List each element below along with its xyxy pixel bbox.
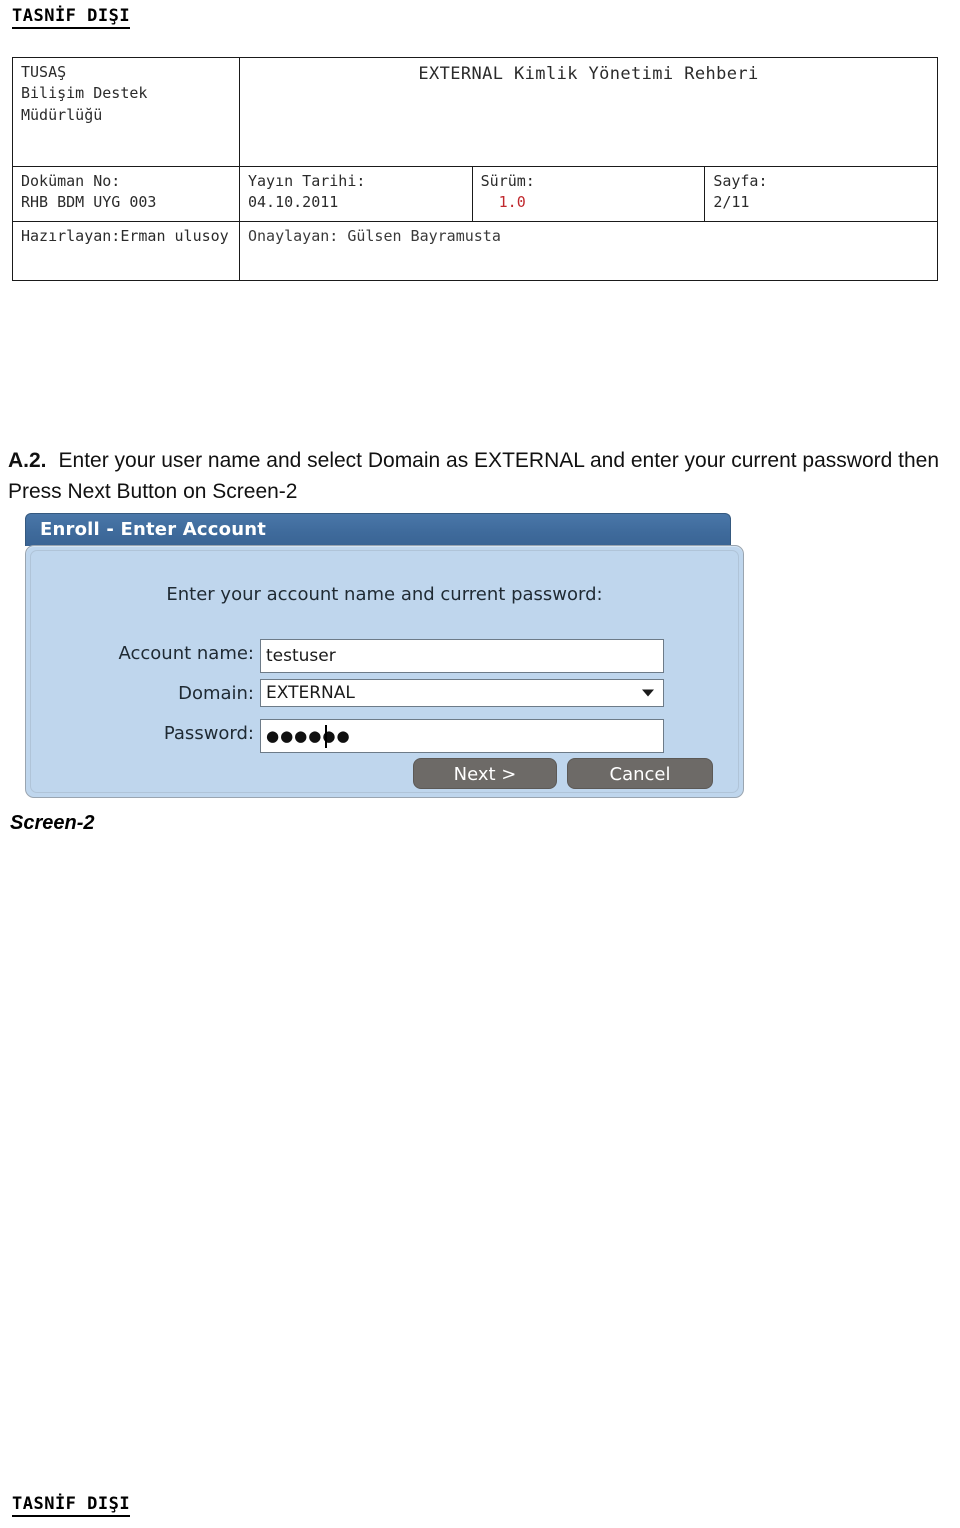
document-header-table: TUSAŞ Bilişim Destek Müdürlüğü EXTERNAL … bbox=[12, 57, 938, 281]
version-value: 1.0 bbox=[498, 193, 526, 212]
table-row: Doküman No: RHB BDM UYG 003 Yayın Tarihi… bbox=[12, 166, 938, 222]
domain-select[interactable]: EXTERNAL bbox=[260, 679, 664, 707]
dialog-title: Enroll - Enter Account bbox=[40, 519, 267, 540]
publish-date-value: 04.10.2011 bbox=[248, 193, 339, 212]
version-cell: Sürüm: 1.0 bbox=[471, 166, 706, 222]
account-name-input[interactable]: testuser bbox=[260, 639, 664, 673]
screen-caption: Screen-2 bbox=[10, 812, 95, 834]
password-masked-value: ●●●●●● bbox=[266, 727, 351, 745]
page-number-label: Sayfa: bbox=[713, 172, 768, 190]
password-input[interactable]: ●●●●●● bbox=[260, 719, 664, 753]
table-row: TUSAŞ Bilişim Destek Müdürlüğü EXTERNAL … bbox=[12, 57, 938, 167]
document-number-value: RHB BDM UYG 003 bbox=[21, 193, 157, 212]
password-label: Password: bbox=[163, 723, 254, 744]
account-name-value: testuser bbox=[266, 646, 336, 666]
publish-date-label: Yayın Tarihi: bbox=[248, 172, 366, 190]
organization-line-1: TUSAŞ bbox=[21, 63, 67, 81]
prepared-by-cell: Hazırlayan:Erman ulusoy bbox=[12, 221, 240, 281]
domain-label: Domain: bbox=[178, 683, 254, 704]
dialog-prompt-text: Enter your account name and current pass… bbox=[166, 584, 603, 605]
password-row: Password: ●●●●●● bbox=[26, 719, 743, 753]
instruction-text: Enter your user name and select Domain a… bbox=[8, 449, 940, 503]
chevron-down-icon[interactable] bbox=[642, 689, 654, 697]
instruction-paragraph: A.2. Enter your user name and select Doma… bbox=[8, 445, 960, 507]
page-number-value: 2/11 bbox=[713, 193, 750, 212]
document-number-label: Doküman No: bbox=[21, 172, 121, 190]
page-number-cell: Sayfa: 2/11 bbox=[704, 166, 938, 222]
classification-banner-top: TASNİF DIŞI bbox=[12, 6, 131, 29]
organization-cell: TUSAŞ Bilişim Destek Müdürlüğü bbox=[12, 57, 240, 167]
cancel-button[interactable]: Cancel bbox=[567, 758, 713, 789]
table-row: Hazırlayan:Erman ulusoy Onaylayan: Gülse… bbox=[12, 221, 938, 281]
step-label: A.2. bbox=[8, 449, 47, 472]
document-number-cell: Doküman No: RHB BDM UYG 003 bbox=[12, 166, 240, 222]
organization-line-2: Bilişim Destek bbox=[21, 84, 148, 103]
account-name-row: Account name: testuser bbox=[26, 639, 743, 673]
publish-date-cell: Yayın Tarihi: 04.10.2011 bbox=[239, 166, 473, 222]
dialog-titlebar: Enroll - Enter Account bbox=[25, 513, 731, 546]
next-button[interactable]: Next > bbox=[413, 758, 557, 789]
organization-line-3: Müdürlüğü bbox=[21, 105, 103, 124]
version-label: Sürüm: bbox=[480, 172, 535, 190]
domain-value: EXTERNAL bbox=[266, 683, 355, 703]
approved-by-cell: Onaylayan: Gülsen Bayramusta bbox=[239, 221, 938, 281]
account-name-label: Account name: bbox=[118, 643, 254, 664]
text-caret bbox=[325, 725, 327, 748]
classification-banner-bottom: TASNİF DIŞI bbox=[12, 1494, 131, 1517]
dialog-body: Enter your account name and current pass… bbox=[25, 545, 744, 798]
enroll-dialog-screenshot: Enroll - Enter Account Enter your accoun… bbox=[25, 513, 745, 803]
domain-row: Domain: EXTERNAL bbox=[26, 679, 743, 713]
document-title-cell: EXTERNAL Kimlik Yönetimi Rehberi bbox=[239, 57, 938, 167]
